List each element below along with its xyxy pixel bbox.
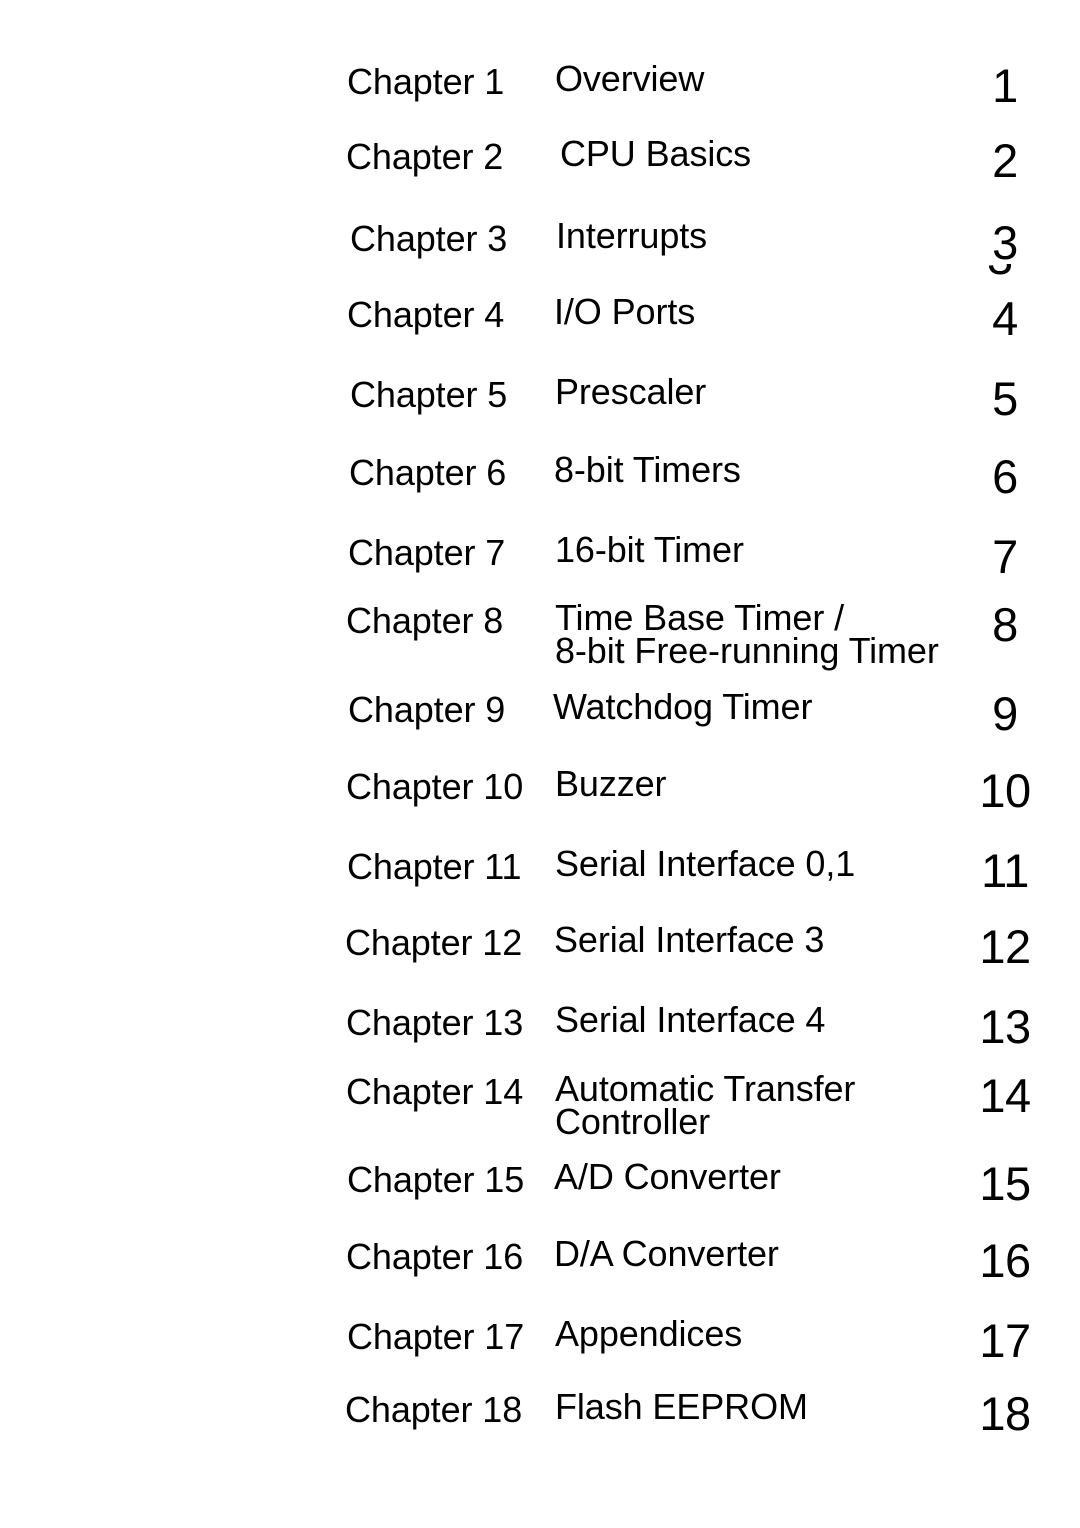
chapter-page-number: 1 (992, 59, 1018, 112)
chapter-title: Time Base Timer / 8-bit Free-running Tim… (555, 597, 939, 671)
chapter-number-label: Chapter 12 (345, 922, 523, 963)
chapter-number-label: Chapter 11 (347, 846, 522, 887)
chapter-title: I/O Ports (554, 291, 696, 332)
chapter-number-label: Chapter 6 (349, 452, 507, 493)
chapter-page-number: 5 (992, 372, 1018, 425)
chapter-number-label: Chapter 16 (346, 1236, 524, 1277)
chapter-title: Flash EEPROM (555, 1386, 808, 1427)
chapter-title: D/A Converter (554, 1233, 779, 1274)
chapter-page-number: 3 (992, 216, 1018, 269)
chapter-page-number: 16 (979, 1234, 1031, 1287)
chapter-page-number: 14 (979, 1069, 1031, 1122)
chapter-title: 8-bit Timers (554, 449, 741, 490)
clipped-digit-glyph: 3 (987, 264, 1013, 280)
chapter-page-number: 12 (979, 920, 1031, 973)
chapter-number-label: Chapter 8 (346, 600, 504, 641)
chapter-title: 16-bit Timer (555, 529, 744, 570)
chapter-title: Interrupts (556, 215, 708, 256)
chapter-page-number: 18 (979, 1387, 1031, 1440)
document-page: Chapter 1 Overview 1 Chapter 2 CPU Basics 2 Ch… (0, 0, 1080, 1528)
chapter-page-number: 4 (992, 292, 1018, 345)
chapter-page-number: 6 (992, 450, 1018, 503)
chapter-title: CPU Basics (560, 133, 752, 174)
chapter-page-number: 11 (981, 844, 1029, 897)
chapter-page-number: 2 (992, 134, 1018, 187)
chapter-title: Overview (555, 58, 705, 99)
chapter-title: A/D Converter (554, 1156, 781, 1197)
chapter-title: Automatic Transfer Controller (555, 1068, 856, 1142)
chapter-number-label: Chapter 4 (347, 294, 505, 335)
chapter-number-label: Chapter 14 (346, 1071, 524, 1112)
chapter-title: Serial Interface 3 (554, 919, 825, 960)
chapter-page-number: 15 (979, 1157, 1031, 1210)
chapter-number-label: Chapter 18 (345, 1389, 523, 1430)
chapter-title: Watchdog Timer (553, 686, 813, 727)
chapter-number-label: Chapter 17 (347, 1316, 525, 1357)
chapter-title: Appendices (555, 1313, 743, 1354)
chapter-number-label: Chapter 7 (348, 532, 506, 573)
chapter-number-label: Chapter 9 (348, 689, 506, 730)
chapter-title: Prescaler (555, 371, 707, 412)
chapter-title: Buzzer (555, 763, 667, 804)
chapter-number-label: Chapter 5 (350, 374, 508, 415)
chapter-number-label: Chapter 3 (350, 218, 508, 259)
chapter-number-label: Chapter 2 (346, 136, 504, 177)
chapter-page-number: 13 (979, 1000, 1031, 1053)
chapter-page-number: 17 (979, 1314, 1031, 1367)
chapter-number-label: Chapter 13 (346, 1002, 524, 1043)
chapter-title: Serial Interface 0,1 (555, 843, 856, 884)
chapter-page-number: 7 (992, 530, 1018, 583)
chapter-page-number: 9 (992, 687, 1018, 740)
chapter-page-number: 8 (992, 598, 1018, 651)
chapter-number-label: Chapter 1 (347, 61, 505, 102)
scan-artifact-clipped-digit: 3 (987, 264, 1015, 280)
chapter-page-number: 10 (979, 764, 1031, 817)
chapter-title: Serial Interface 4 (555, 999, 826, 1040)
chapter-number-label: Chapter 10 (346, 766, 524, 807)
chapter-number-label: Chapter 15 (347, 1159, 525, 1200)
